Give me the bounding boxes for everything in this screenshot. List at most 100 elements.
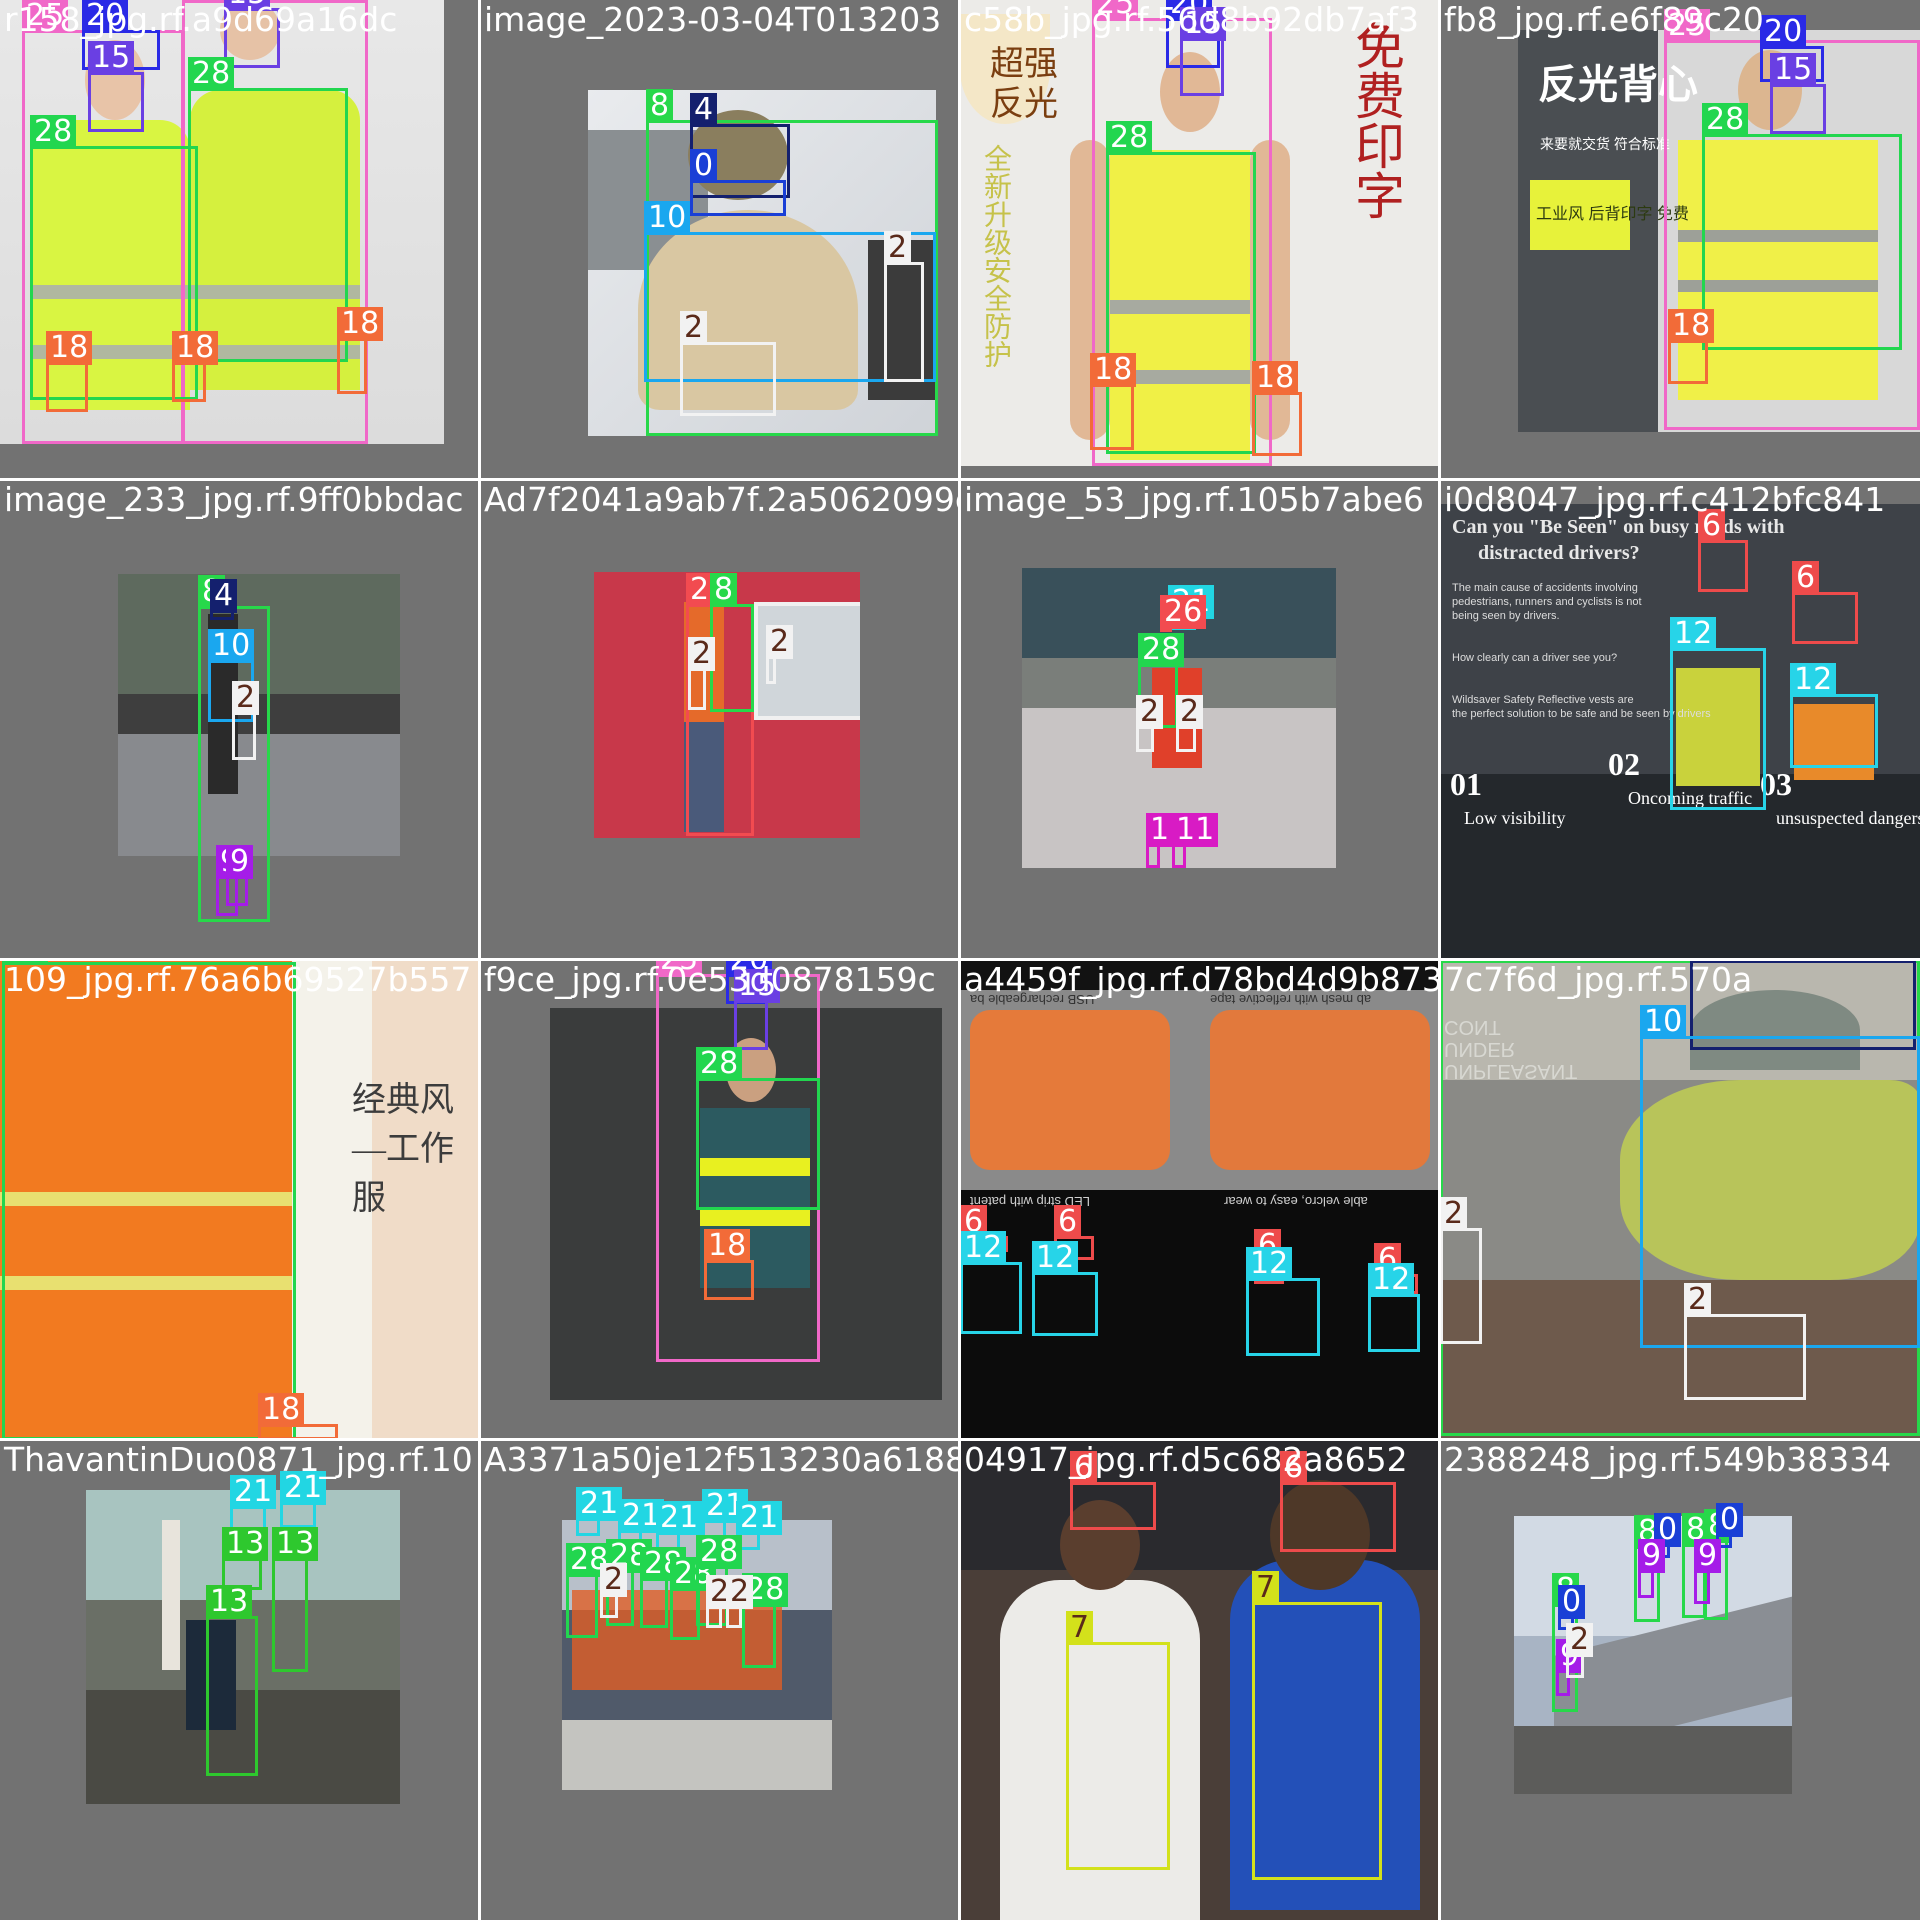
photo-text: 反光: [990, 86, 1058, 123]
class-label: 25: [656, 960, 703, 977]
class-label: 11: [1172, 813, 1219, 847]
detection-box: 10: [1640, 1005, 1920, 1348]
photo-text: being seen by drivers.: [1452, 610, 1560, 622]
class-label: 13: [222, 1527, 269, 1561]
detection-box: 28: [640, 1547, 687, 1628]
class-label: 26: [1160, 595, 1207, 629]
photo-text: 免费印字: [1347, 20, 1405, 220]
detection-box: 21: [280, 1471, 327, 1528]
detection-box: 2: [1684, 1283, 1806, 1400]
grid-tile: Ad7f2041a9ab7f.2a5062099c 26 8 2 2: [480, 480, 960, 960]
photo-text: 来要就交货 符合标准: [1540, 136, 1670, 152]
photo-text: The main cause of accidents involving: [1452, 582, 1638, 594]
class-label: 28: [696, 1535, 743, 1569]
detection-box: 2: [706, 1575, 734, 1628]
class-label: 12: [960, 1231, 1007, 1265]
grid-tile: r158_jpg.rf.a9d69a16dc 25 25 20 15 15 28…: [0, 0, 480, 480]
photo-text: Low visibility: [1464, 808, 1566, 828]
class-label: 12: [1670, 617, 1717, 651]
class-label: 28: [1106, 121, 1153, 155]
grid-tile: image_2023-03-04T013203 8 4 0 10 2 2: [480, 0, 960, 480]
detection-box: 6: [1280, 1451, 1396, 1552]
class-label: 21: [230, 1475, 277, 1509]
grid-tile: 04917_jpg.rf.d5c682a8652 6 6 7 7: [960, 1440, 1440, 1920]
grid-separator: [0, 1438, 1920, 1441]
grid-tile: image_233_jpg.rf.9ff0bbdac 8 4 10 2 9 9: [0, 480, 480, 960]
detection-box: 18: [704, 1229, 754, 1300]
annotated-image-grid: r158_jpg.rf.a9d69a16dc 25 25 20 15 15 28…: [0, 0, 1920, 1920]
class-label: 25: [22, 0, 69, 33]
class-label: 18: [337, 307, 384, 341]
photo-text: 经典风 —工作服: [352, 1082, 454, 1217]
detection-box: 15: [88, 41, 144, 132]
image-filename: image_2023-03-04T013203: [484, 0, 942, 39]
class-label: 2: [884, 231, 912, 265]
photo-text: USB rechargeable ba: [970, 992, 1095, 1007]
class-label: 15: [88, 41, 135, 75]
class-label: 6: [1280, 1451, 1308, 1485]
detection-box: 2: [680, 311, 776, 416]
class-label: 9: [226, 845, 254, 879]
class-label: 2: [688, 637, 716, 671]
photo-text: able velcro, easy to wear: [1224, 1194, 1368, 1209]
class-label: 2: [1440, 1197, 1468, 1231]
photo-text: distracted drivers?: [1478, 542, 1640, 564]
class-label: 15: [734, 969, 781, 1003]
class-label: 28: [696, 1047, 743, 1081]
detection-box: 2: [884, 231, 924, 382]
class-label: 9: [1694, 1539, 1722, 1573]
detection-box: 2: [1176, 695, 1204, 752]
class-label: 21: [656, 1501, 703, 1535]
detection-box: 2: [600, 1563, 628, 1618]
detection-box: 11: [1146, 813, 1193, 868]
class-label: 18: [46, 331, 93, 365]
detection-box: 18: [1090, 353, 1137, 450]
class-label: 2: [766, 625, 794, 659]
detection-box: 7: [1066, 1611, 1170, 1870]
detection-box: 6: [1792, 561, 1858, 644]
class-label: 10: [208, 629, 255, 663]
class-label: 6: [1070, 1451, 1098, 1485]
photo-text: Can you "Be Seen" on busy roads with: [1452, 516, 1785, 538]
class-label: 0: [1716, 1503, 1744, 1537]
detection-box: 9: [1694, 1539, 1722, 1604]
detection-box: 28: [188, 57, 348, 362]
detection-box: 2: [1440, 1197, 1482, 1344]
detection-box: 12: [1246, 1247, 1320, 1356]
class-label: 9: [1638, 1539, 1666, 1573]
class-label: 18: [172, 331, 219, 365]
grid-tile: ab mesh with reflective tape USB recharg…: [960, 960, 1440, 1440]
detection-box: 18: [1668, 309, 1715, 384]
photo-text: unsuspected dangers: [1776, 808, 1920, 828]
class-label: 2: [600, 1563, 628, 1597]
detection-box: 13: [206, 1585, 258, 1776]
detection-box: 7: [1252, 1571, 1382, 1880]
detection-box: 4: [210, 579, 238, 620]
detection-box: 2: [1136, 695, 1164, 752]
photo-text: Wildsaver Safety Reflective vests are: [1452, 694, 1634, 706]
image-filename: Ad7f2041a9ab7f.2a5062099c: [484, 480, 960, 519]
image-filename: image_233_jpg.rf.9ff0bbdac: [4, 480, 464, 519]
grid-tile: ThavantinDuo0871_jpg.rf.10 21 21 13 13 1…: [0, 1440, 480, 1920]
grid-separator: [0, 958, 1920, 961]
photo-text: ab mesh with reflective tape: [1210, 992, 1372, 1007]
class-label: 18: [704, 1229, 751, 1263]
detection-box: 15: [1770, 53, 1826, 134]
class-label: 0: [690, 149, 718, 183]
image-filename: image_53_jpg.rf.105b7abe6: [964, 480, 1425, 519]
detection-box: 12: [1790, 663, 1878, 768]
class-label: 8: [646, 89, 674, 123]
detection-box: 18: [46, 331, 93, 412]
grid-tile: f9ce_jpg.rf.0e53d0878159c 25 20 15 28 18: [480, 960, 960, 1440]
detection-box: 12: [960, 1231, 1022, 1334]
class-label: 25: [1092, 0, 1139, 21]
grid-tile: Can you "Be Seen" on busy roads with dis…: [1440, 480, 1920, 960]
detection-box: 2: [766, 625, 794, 684]
detection-box: 18: [1252, 361, 1302, 456]
photo-text: 02: [1608, 746, 1640, 782]
detection-box: 2: [726, 1575, 754, 1628]
class-label: 20: [82, 0, 129, 33]
class-label: 15: [1180, 7, 1227, 41]
class-label: 15: [224, 0, 271, 11]
detection-box: 12: [1670, 617, 1766, 810]
